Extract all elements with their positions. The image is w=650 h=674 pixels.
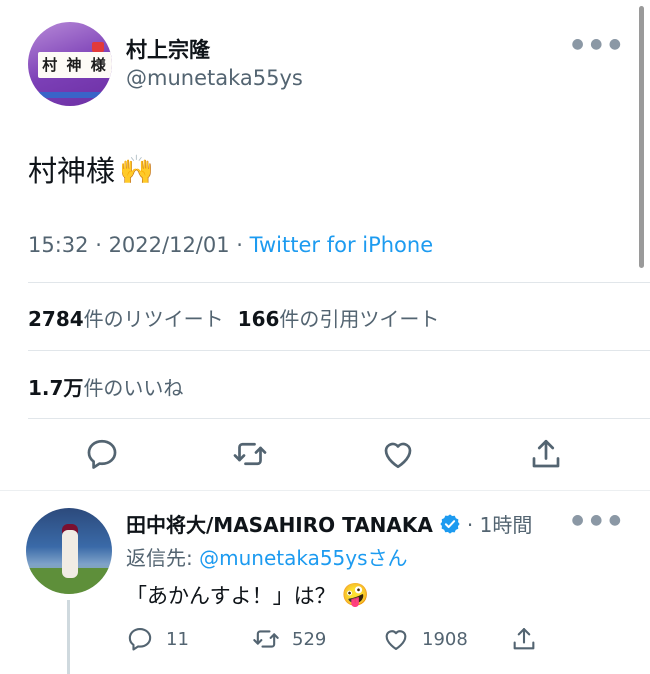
likes-count: 1.7万: [28, 376, 84, 400]
reply-count: 11: [166, 628, 189, 650]
reply-icon: [128, 628, 152, 651]
replying-to-suffix: さん: [367, 546, 408, 570]
likes-stat[interactable]: 1.7万件のいいね: [28, 372, 183, 401]
divider: [28, 350, 650, 351]
tweet-source[interactable]: Twitter for iPhone: [250, 233, 434, 257]
reply-header: 田中将大/MASAHIRO TANAKA · 1時間: [126, 509, 532, 538]
reply-text: 「あかんすよ！」は？: [126, 584, 336, 608]
retweet-icon[interactable]: [232, 436, 268, 472]
scrollbar[interactable]: [639, 6, 644, 268]
replying-to-handle: @munetaka55ys: [199, 546, 368, 570]
divider: [28, 282, 650, 283]
reply-time[interactable]: · 1時間: [467, 509, 532, 538]
reply-icon[interactable]: [84, 436, 120, 472]
avatar-rail: [28, 92, 112, 98]
tweet-text-container: 村神様 🙌: [28, 148, 154, 190]
retweets-label: 件のリツイート: [83, 307, 224, 331]
verified-badge-icon: [440, 513, 460, 534]
quotes-count: 166: [237, 307, 280, 331]
reply-reply-button[interactable]: 11: [126, 625, 189, 653]
more-icon[interactable]: ● ● ●: [571, 36, 622, 52]
avatar-player: [62, 530, 78, 578]
meta-separator: ·: [88, 233, 109, 257]
avatar-accent: [92, 42, 104, 52]
retweets-stat[interactable]: 2784件のリツイート: [28, 307, 224, 331]
retweet-icon: [253, 630, 279, 648]
reply-share-button[interactable]: [510, 625, 538, 653]
raising-hands-emoji: 🙌: [119, 152, 154, 186]
display-name[interactable]: 村上宗隆: [126, 34, 210, 64]
zany-face-emoji: 🤪: [341, 582, 369, 608]
quotes-stat[interactable]: 166件の引用ツイート: [238, 307, 440, 331]
tweet-date[interactable]: 2022/12/01: [109, 233, 230, 257]
like-count: 1908: [422, 628, 468, 650]
quotes-label: 件の引用ツイート: [279, 307, 440, 331]
retweet-count: 529: [292, 628, 327, 650]
reply-text-container: 「あかんすよ！」は？ 🤪: [126, 580, 369, 610]
replying-to: 返信先: @munetaka55ysさん: [126, 542, 408, 571]
reply-display-name[interactable]: 田中将大/MASAHIRO TANAKA: [126, 509, 433, 538]
username[interactable]: @munetaka55ys: [126, 66, 303, 90]
tweet-meta: 15:32 · 2022/12/01 · Twitter for iPhone: [28, 233, 433, 257]
reply-time-value: 1時間: [479, 513, 533, 537]
share-icon[interactable]: [528, 436, 564, 472]
replying-to-prefix: 返信先:: [126, 546, 200, 570]
likes-label: 件のいいね: [83, 376, 184, 400]
avatar-board-text: 村 神 様: [38, 52, 112, 78]
tweet-text: 村神様: [28, 154, 116, 188]
divider: [28, 418, 650, 419]
like-icon[interactable]: [380, 436, 416, 472]
reply-retweet-button[interactable]: 529: [252, 625, 326, 653]
divider: [0, 490, 650, 491]
retweet-quote-stats: 2784件のリツイート 166件の引用ツイート: [28, 303, 439, 332]
tweet-actions: [0, 436, 650, 476]
share-icon: [513, 628, 535, 650]
reply-more-icon[interactable]: ● ● ●: [571, 512, 622, 528]
retweets-count: 2784: [28, 307, 84, 331]
reply-actions: 11 529 1908: [0, 625, 650, 655]
tweet-time[interactable]: 15:32: [28, 233, 89, 257]
replying-to-mention[interactable]: @munetaka55ysさん: [199, 546, 407, 570]
like-icon: [385, 630, 407, 650]
avatar[interactable]: 村 神 様: [28, 22, 112, 106]
reply-like-button[interactable]: 1908: [382, 625, 468, 653]
meta-separator-2: ·: [229, 233, 250, 257]
reply-avatar[interactable]: [26, 508, 112, 594]
